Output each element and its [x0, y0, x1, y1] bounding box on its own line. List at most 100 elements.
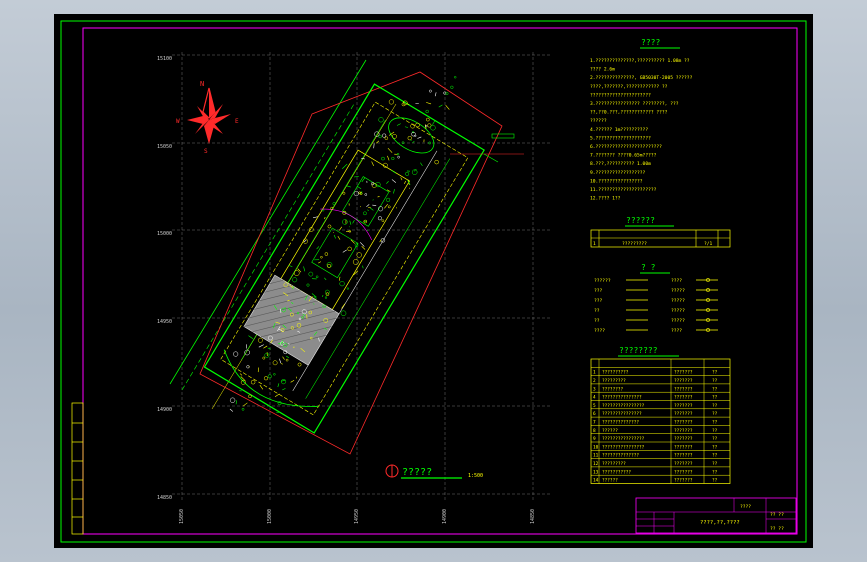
grid-label-y-3: 14950 — [157, 319, 172, 325]
note-line: 6.???????????????????????? — [590, 144, 662, 150]
material-row-qty: ?? — [712, 403, 718, 409]
site-stroke — [412, 140, 415, 144]
site-stroke — [372, 204, 377, 206]
material-row-no: 14 — [593, 478, 599, 484]
site-stroke — [361, 246, 366, 250]
site-stroke — [286, 355, 290, 359]
site-tree — [377, 216, 382, 221]
site-stroke — [426, 102, 432, 105]
material-row-no: 2 — [593, 378, 596, 384]
site-stroke — [259, 384, 264, 390]
site-stroke — [323, 216, 326, 220]
site-tree — [297, 362, 302, 367]
site-tree — [384, 136, 389, 140]
material-row-name: ?????????????? — [602, 420, 639, 426]
site-stroke — [404, 180, 407, 184]
site-stroke — [342, 163, 348, 169]
left-strip-table — [71, 402, 84, 535]
plan-title: ????? — [402, 467, 432, 478]
material-row-no: 1 — [593, 370, 596, 376]
site-stroke — [356, 185, 362, 189]
site-stroke — [280, 363, 283, 365]
site-tree — [401, 141, 405, 145]
site-stroke — [432, 119, 436, 125]
legend-left-label: ?????? — [594, 278, 611, 284]
site-tree — [324, 252, 329, 256]
site-details — [229, 76, 457, 414]
note-line: 11.????????????????????? — [590, 187, 657, 193]
site-stroke — [438, 104, 443, 108]
material-row-spec: ??????? — [674, 436, 693, 442]
site-stroke — [366, 204, 370, 208]
site-plan — [169, 59, 524, 455]
legend-left-label: ?? — [594, 308, 600, 314]
site-tree — [308, 271, 314, 277]
site-stroke — [263, 345, 268, 349]
notes-title: ???? — [641, 38, 660, 47]
site-stroke — [318, 261, 322, 264]
note-line: 1.??????????????,?????????? 1.08m ?? — [590, 58, 690, 64]
site-stroke — [445, 104, 450, 110]
note-line: ?????????????????????? — [590, 92, 651, 98]
material-row-qty: ?? — [712, 420, 718, 426]
site-tree — [342, 219, 348, 225]
site-tree — [434, 159, 439, 165]
legend: ? ? ????????????????????????????????????… — [594, 263, 718, 334]
material-row-qty: ?? — [712, 478, 718, 484]
material-row-name: ??????????????? — [602, 395, 642, 401]
site-tree — [324, 296, 328, 299]
site-stroke — [248, 335, 254, 340]
compass-e: E — [235, 118, 239, 125]
site-stroke — [434, 92, 437, 97]
grid-label-y-5: 14850 — [157, 495, 172, 501]
site-tree — [292, 277, 298, 283]
material-row-no: 11 — [593, 453, 599, 459]
material-row-qty: ?? — [712, 428, 718, 434]
site-stroke — [404, 126, 409, 128]
material-row-name: ???????????????? — [602, 436, 645, 442]
site-stroke — [277, 383, 280, 388]
site-tree — [327, 224, 332, 229]
site-tree — [302, 238, 308, 244]
site-tree — [430, 125, 436, 131]
material-row-spec: ??????? — [674, 420, 693, 426]
grid-label-x-0: 15050 — [179, 509, 185, 524]
site-tree — [405, 171, 410, 176]
site-stroke — [316, 246, 320, 250]
site-tree — [364, 193, 368, 196]
material-row-no: 5 — [593, 403, 596, 409]
index-row-name: ????????? — [622, 241, 647, 247]
site-stroke — [396, 123, 401, 126]
title-project: ???? — [740, 504, 751, 510]
material-table: ???????? 1????????????????? ?? 2??????????… — [590, 346, 731, 484]
legend-right-label: ????? — [671, 298, 685, 304]
drawing-viewport[interactable]: 15100 15050 15000 14950 14900 14850 1505… — [54, 14, 813, 548]
legend-right-label: ????? — [671, 288, 685, 294]
site-stroke — [377, 196, 380, 198]
site-tree — [381, 156, 385, 161]
site-tree — [280, 378, 287, 385]
title-drawing-name: ????,??,???? — [700, 520, 740, 526]
site-tree — [378, 117, 384, 123]
material-row-spec: ??????? — [674, 395, 693, 401]
material-row-spec: ??????? — [674, 469, 693, 475]
material-row-name: ???????????????? — [602, 403, 645, 409]
material-row-spec: ??????? — [674, 453, 693, 459]
material-row-name: ?????????? — [602, 370, 629, 376]
grid-label-y-2: 15000 — [157, 231, 172, 237]
site-tree — [272, 360, 278, 366]
compass-w: W — [176, 118, 180, 125]
site-stroke — [348, 226, 350, 228]
material-row-spec: ??????? — [674, 428, 693, 434]
site-stroke — [371, 161, 374, 166]
material-row-no: 6 — [593, 411, 596, 417]
material-row-name: ???????? — [602, 386, 624, 392]
site-stroke — [417, 136, 422, 139]
material-row-spec: ??????? — [674, 461, 693, 467]
site-stroke — [282, 388, 286, 391]
site-stroke — [367, 209, 369, 212]
plan-title-block: ????? 1:500 — [385, 464, 483, 479]
index-table: ?????? 1 ????????? ?/1 — [590, 216, 731, 248]
note-line: ???? 2.6m — [590, 67, 615, 73]
material-row-no: 13 — [593, 469, 599, 475]
